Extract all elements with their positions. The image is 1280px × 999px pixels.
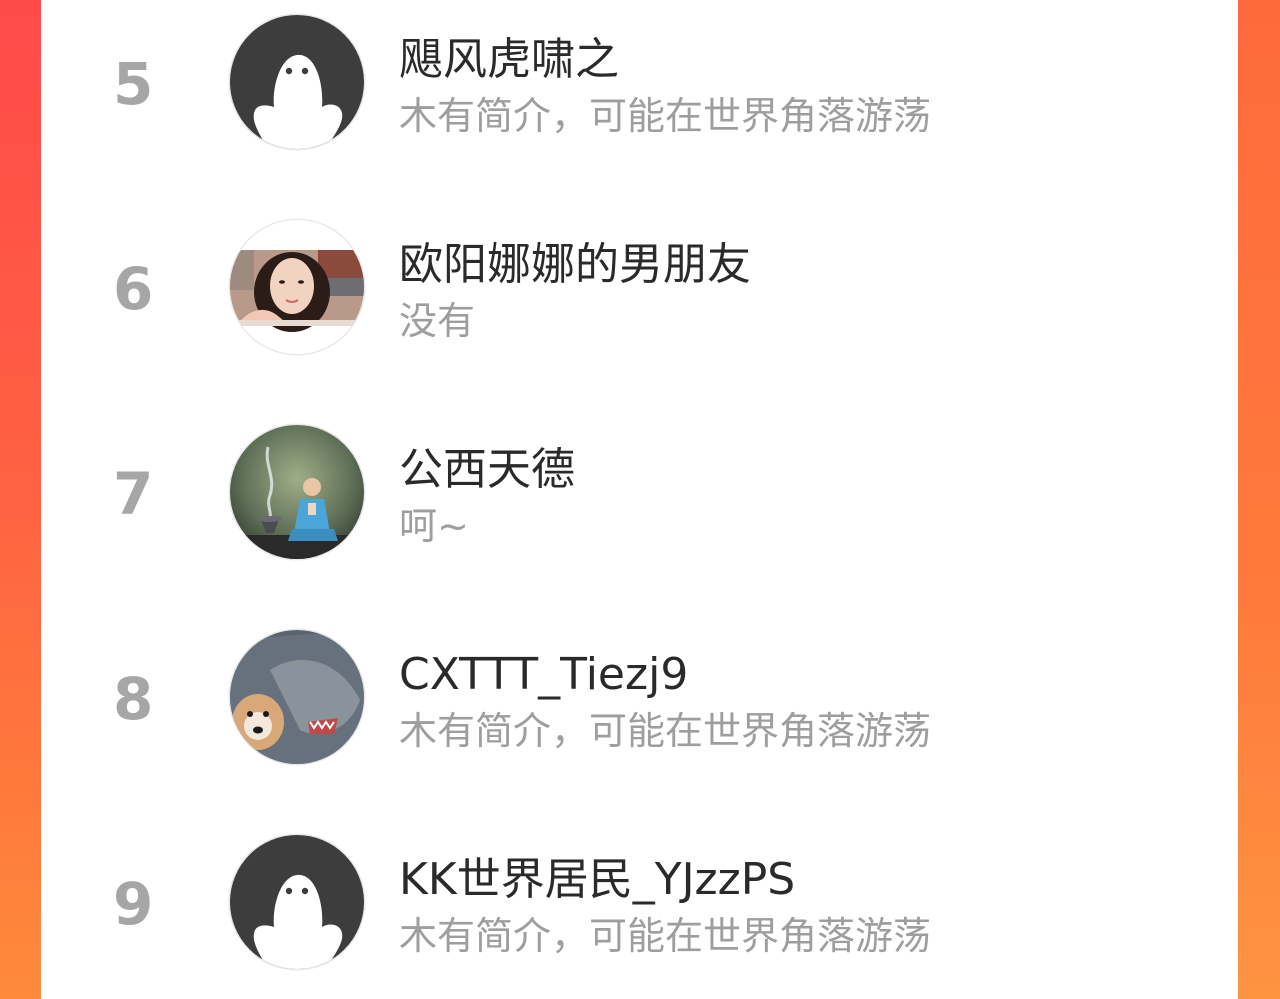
rank-number: 9 xyxy=(113,870,154,938)
user-name: CXTTT_Tiezj9 xyxy=(399,649,689,700)
list-item[interactable]: 5 飓风虎啸之 木有简介，可能在世界角落游荡 xyxy=(41,13,1238,153)
user-name: KK世界居民_YJzzPS xyxy=(399,854,796,905)
photo-avatar-monk xyxy=(230,425,364,559)
user-name: 公西天德 xyxy=(399,444,575,495)
list-item[interactable]: 9 KK世界居民_YJzzPS 木有简介，可能在世界角落游荡 xyxy=(41,833,1238,973)
list-item[interactable]: 8 CXTTT_Tiezj9 木有简介，可能在世界角落游荡 xyxy=(41,628,1238,768)
user-name: 欧阳娜娜的男朋友 xyxy=(399,239,751,290)
photo-avatar-dog-shark xyxy=(230,630,364,764)
user-name: 飓风虎啸之 xyxy=(399,34,619,85)
user-bio: 木有简介，可能在世界角落游荡 xyxy=(399,709,932,753)
rank-number: 5 xyxy=(113,50,154,118)
rank-number: 7 xyxy=(113,460,154,528)
user-bio: 木有简介，可能在世界角落游荡 xyxy=(399,94,932,138)
user-bio: 呵~ xyxy=(399,504,469,548)
list-item[interactable]: 6 欧阳娜娜的男朋友 没有 xyxy=(41,218,1238,358)
user-bio: 没有 xyxy=(399,299,476,343)
user-bio: 木有简介，可能在世界角落游荡 xyxy=(399,914,932,958)
rank-number: 6 xyxy=(113,255,154,323)
avatar[interactable] xyxy=(230,630,364,764)
list-item[interactable]: 7 公西天德 呵~ xyxy=(41,423,1238,563)
avatar[interactable] xyxy=(230,835,364,969)
rank-number: 8 xyxy=(113,665,154,733)
avatar[interactable] xyxy=(230,220,364,354)
avatar[interactable] xyxy=(230,425,364,559)
background-right-edge xyxy=(1238,0,1280,999)
ranking-list-panel: 5 飓风虎啸之 木有简介，可能在世界角落游荡 6 欧阳娜娜的男朋友 没有 7 公… xyxy=(41,0,1238,999)
photo-avatar-girl xyxy=(230,220,364,354)
default-user-icon xyxy=(230,15,364,149)
default-user-icon xyxy=(230,835,364,969)
avatar[interactable] xyxy=(230,15,364,149)
